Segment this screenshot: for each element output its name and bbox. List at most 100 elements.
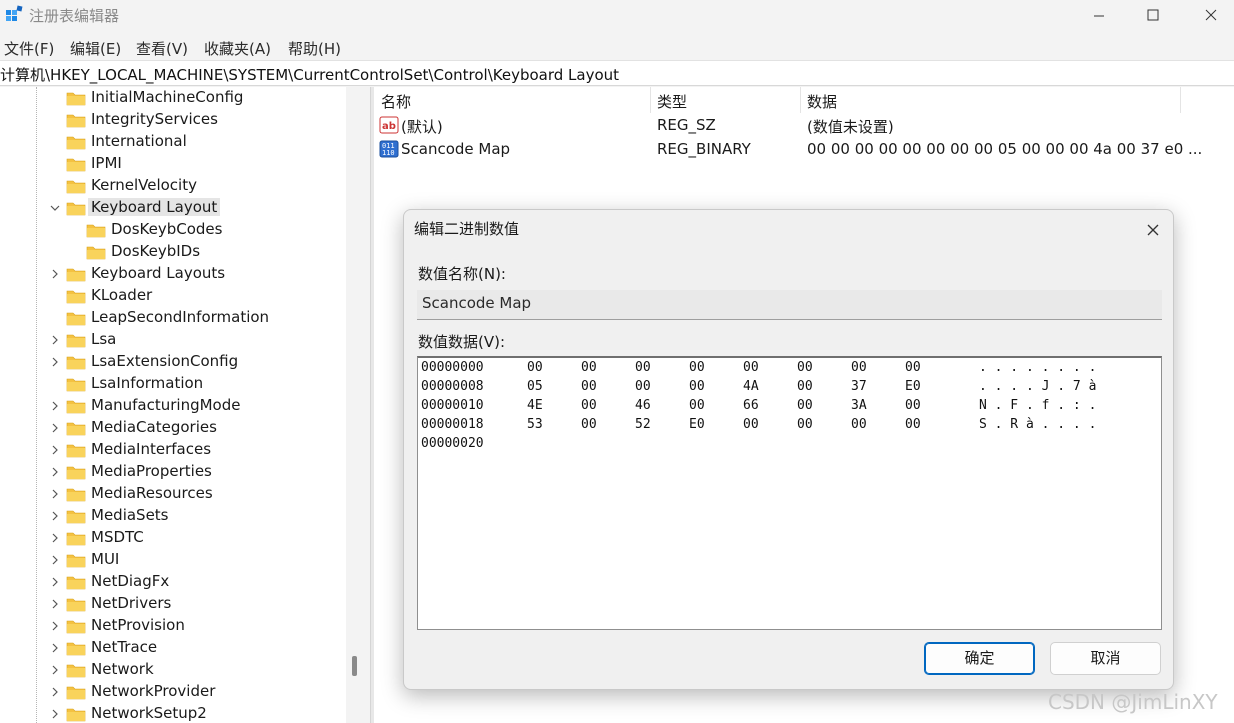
hex-byte[interactable]: 3A xyxy=(851,398,867,413)
tree-item[interactable]: MediaResources xyxy=(0,483,346,505)
tree-item[interactable]: NetworkSetup2 xyxy=(0,703,346,723)
column-divider[interactable] xyxy=(1180,87,1181,113)
hex-byte[interactable]: 4A xyxy=(743,379,759,394)
tree-item[interactable]: NetProvision xyxy=(0,615,346,637)
cancel-button[interactable]: 取消 xyxy=(1050,642,1161,675)
tree-item[interactable]: NetDiagFx xyxy=(0,571,346,593)
tree-item[interactable]: MediaSets xyxy=(0,505,346,527)
chevron-right-icon[interactable] xyxy=(49,510,61,522)
tree-item[interactable]: Keyboard Layouts xyxy=(0,263,346,285)
hex-byte[interactable]: 00 xyxy=(797,360,813,375)
tree-item[interactable]: IPMI xyxy=(0,153,346,175)
tree-item[interactable]: Keyboard Layout xyxy=(0,197,346,219)
tree-item[interactable]: Network xyxy=(0,659,346,681)
tree-item[interactable]: MediaCategories xyxy=(0,417,346,439)
hex-byte[interactable]: 00 xyxy=(527,360,543,375)
chevron-right-icon[interactable] xyxy=(49,268,61,280)
chevron-right-icon[interactable] xyxy=(49,400,61,412)
hex-byte[interactable]: 00 xyxy=(797,379,813,394)
menu-file[interactable]: 文件(F) xyxy=(4,38,54,59)
chevron-right-icon[interactable] xyxy=(49,664,61,676)
tree-item[interactable]: MSDTC xyxy=(0,527,346,549)
chevron-right-icon[interactable] xyxy=(49,422,61,434)
hex-byte[interactable]: E0 xyxy=(689,417,705,432)
column-header-data[interactable]: 数据 xyxy=(807,91,837,112)
hex-byte[interactable]: 00 xyxy=(743,360,759,375)
hex-byte[interactable]: 46 xyxy=(635,398,651,413)
tree-item[interactable]: NetTrace xyxy=(0,637,346,659)
ok-button[interactable]: 确定 xyxy=(924,642,1035,675)
chevron-right-icon[interactable] xyxy=(49,642,61,654)
hex-byte[interactable]: 00 xyxy=(743,417,759,432)
hex-byte[interactable]: 00 xyxy=(851,360,867,375)
hex-byte[interactable]: 00 xyxy=(581,360,597,375)
hex-byte[interactable]: 00 xyxy=(581,417,597,432)
chevron-right-icon[interactable] xyxy=(49,334,61,346)
hex-byte[interactable]: 00 xyxy=(689,360,705,375)
column-divider[interactable] xyxy=(650,87,651,113)
hex-byte[interactable]: 00 xyxy=(797,417,813,432)
chevron-right-icon[interactable] xyxy=(49,356,61,368)
chevron-down-icon[interactable] xyxy=(49,202,61,214)
value-row[interactable]: ab (默认) REG_SZ (数值未设置) xyxy=(374,113,1234,137)
hex-byte[interactable]: 00 xyxy=(851,417,867,432)
tree-item[interactable]: NetworkProvider xyxy=(0,681,346,703)
tree-item[interactable]: DosKeybCodes xyxy=(0,219,346,241)
hex-byte[interactable]: 00 xyxy=(581,398,597,413)
tree-scrollbar[interactable] xyxy=(346,87,370,723)
hex-byte[interactable]: 00 xyxy=(905,360,921,375)
hex-byte[interactable]: 52 xyxy=(635,417,651,432)
tree-item[interactable]: DosKeybIDs xyxy=(0,241,346,263)
hex-byte[interactable]: 00 xyxy=(635,379,651,394)
hex-byte[interactable]: 05 xyxy=(527,379,543,394)
hex-byte[interactable]: 00 xyxy=(905,398,921,413)
tree-item[interactable]: International xyxy=(0,131,346,153)
hex-byte[interactable]: 00 xyxy=(581,379,597,394)
hex-byte[interactable]: 4E xyxy=(527,398,543,413)
value-row[interactable]: 011 110 Scancode Map REG_BINARY 00 00 00… xyxy=(374,137,1234,161)
tree-item[interactable]: LeapSecondInformation xyxy=(0,307,346,329)
maximize-icon[interactable] xyxy=(1130,0,1176,32)
tree-item[interactable]: KernelVelocity xyxy=(0,175,346,197)
tree-item[interactable]: ManufacturingMode xyxy=(0,395,346,417)
chevron-right-icon[interactable] xyxy=(49,708,61,720)
key-tree[interactable]: InitialMachineConfig IntegrityServices Int… xyxy=(0,87,346,723)
tree-item[interactable]: Lsa xyxy=(0,329,346,351)
hex-byte[interactable]: 00 xyxy=(797,398,813,413)
address-path[interactable]: 计算机\HKEY_LOCAL_MACHINE\SYSTEM\CurrentCon… xyxy=(0,64,619,85)
tree-item[interactable]: MediaInterfaces xyxy=(0,439,346,461)
hex-byte[interactable]: 00 xyxy=(689,398,705,413)
column-header-type[interactable]: 类型 xyxy=(657,91,687,112)
hex-byte[interactable]: E0 xyxy=(905,379,921,394)
tree-item[interactable]: IntegrityServices xyxy=(0,109,346,131)
chevron-right-icon[interactable] xyxy=(49,598,61,610)
column-divider[interactable] xyxy=(800,87,801,113)
tree-item[interactable]: NetDrivers xyxy=(0,593,346,615)
chevron-right-icon[interactable] xyxy=(49,444,61,456)
tree-item[interactable]: LsaExtensionConfig xyxy=(0,351,346,373)
hex-byte[interactable]: 00 xyxy=(689,379,705,394)
hex-editor[interactable]: 00000000 00 00 00 00 00 00 00 00. . . . . . . .0… xyxy=(417,356,1162,630)
tree-item[interactable]: LsaInformation xyxy=(0,373,346,395)
chevron-right-icon[interactable] xyxy=(49,532,61,544)
chevron-right-icon[interactable] xyxy=(49,554,61,566)
hex-byte[interactable]: 00 xyxy=(905,417,921,432)
menu-edit[interactable]: 编辑(E) xyxy=(70,38,121,59)
tree-scrollbar-thumb[interactable] xyxy=(352,656,357,676)
chevron-right-icon[interactable] xyxy=(49,488,61,500)
chevron-right-icon[interactable] xyxy=(49,620,61,632)
menu-favorites[interactable]: 收藏夹(A) xyxy=(204,38,271,59)
minimize-icon[interactable] xyxy=(1076,0,1122,32)
address-bar[interactable]: 计算机\HKEY_LOCAL_MACHINE\SYSTEM\CurrentCon… xyxy=(0,60,1234,86)
hex-byte[interactable]: 66 xyxy=(743,398,759,413)
dialog-close-icon[interactable] xyxy=(1137,216,1169,244)
chevron-right-icon[interactable] xyxy=(49,466,61,478)
menu-help[interactable]: 帮助(H) xyxy=(288,38,341,59)
chevron-right-icon[interactable] xyxy=(49,576,61,588)
menu-view[interactable]: 查看(V) xyxy=(136,38,188,59)
tree-item[interactable]: KLoader xyxy=(0,285,346,307)
tree-item[interactable]: MUI xyxy=(0,549,346,571)
column-header-name[interactable]: 名称 xyxy=(381,91,411,112)
chevron-right-icon[interactable] xyxy=(49,686,61,698)
hex-byte[interactable]: 53 xyxy=(527,417,543,432)
